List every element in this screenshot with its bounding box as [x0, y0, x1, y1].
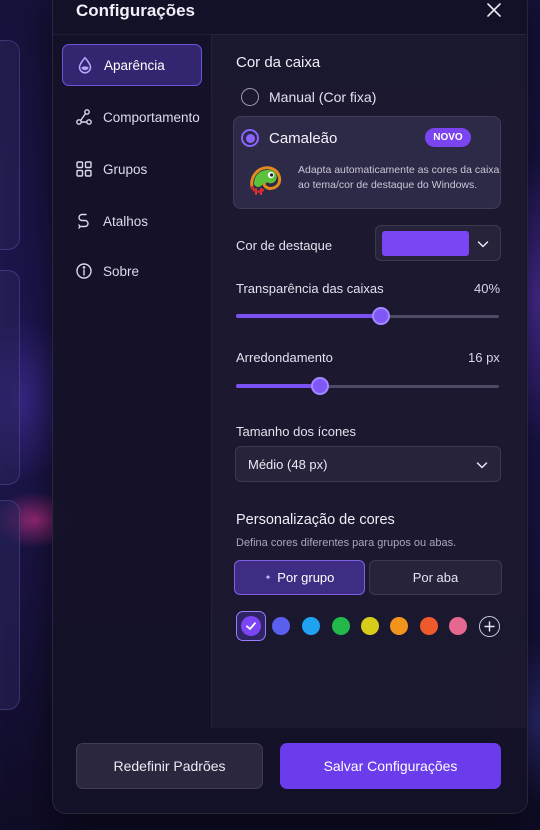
radio-button-selected[interactable] — [241, 129, 259, 147]
color-swatch[interactable] — [449, 617, 467, 635]
rounding-label: Arredondamento — [236, 350, 333, 365]
grid-icon — [74, 159, 94, 179]
color-swatch-selected[interactable] — [236, 611, 266, 641]
icon-size-label: Tamanho dos ícones — [236, 424, 356, 439]
rounding-slider-fill — [236, 384, 321, 388]
transparency-label: Transparência das caixas — [236, 281, 384, 296]
icon-size-value: Médio (48 px) — [248, 456, 328, 472]
radio-chameleon[interactable]: Camaleão — [241, 129, 337, 147]
chevron-down-icon — [476, 462, 488, 469]
new-badge: NOVO — [425, 128, 471, 147]
nodes-icon — [74, 107, 94, 127]
sidebar-item-grupos[interactable]: Grupos — [62, 148, 202, 190]
tab-label: Por aba — [412, 570, 459, 585]
background-window — [0, 40, 20, 250]
close-button[interactable] — [484, 0, 504, 20]
chameleon-icon — [246, 160, 284, 203]
sidebar-item-aparencia[interactable]: Aparência — [62, 44, 202, 86]
sparkle-icon: ✦ — [264, 573, 272, 582]
sidebar-item-label: Grupos — [103, 161, 148, 177]
customization-subtitle: Defina cores diferentes para grupos ou a… — [236, 537, 457, 549]
accent-color-picker[interactable] — [375, 225, 501, 261]
transparency-slider-fill — [236, 314, 381, 318]
sidebar-item-label: Sobre — [103, 263, 140, 279]
box-color-title: Cor da caixa — [236, 54, 321, 71]
sidebar-item-sobre[interactable]: Sobre — [62, 250, 202, 292]
transparency-value: 40% — [474, 281, 501, 296]
radio-chameleon-label: Camaleão — [269, 129, 338, 147]
tab-label: Por grupo — [277, 570, 335, 585]
tab-por-aba[interactable]: Por aba — [369, 560, 502, 595]
transparency-slider-thumb[interactable] — [371, 307, 390, 325]
tab-por-grupo[interactable]: ✦ Por grupo — [234, 560, 365, 595]
reset-defaults-button[interactable]: Redefinir Padrões — [76, 743, 263, 789]
color-swatch[interactable] — [302, 617, 320, 635]
sidebar-item-atalhos[interactable]: Atalhos — [62, 200, 202, 242]
color-swatch[interactable] — [390, 617, 408, 635]
background-window — [0, 270, 20, 485]
shortcut-icon — [74, 211, 94, 231]
color-swatch[interactable] — [332, 617, 350, 635]
plus-icon — [484, 621, 495, 632]
color-swatch[interactable] — [272, 617, 290, 635]
radio-manual[interactable]: Manual (Cor fixa) — [241, 88, 376, 106]
background-window — [0, 500, 20, 710]
sidebar-item-label: Atalhos — [103, 213, 149, 229]
close-icon — [487, 3, 501, 17]
radio-manual-label: Manual (Cor fixa) — [269, 89, 377, 105]
rounding-value: 16 px — [468, 350, 500, 365]
accent-color-label: Cor de destaque — [236, 238, 333, 253]
sidebar-item-label: Comportamento — [103, 109, 200, 125]
sidebar — [52, 34, 212, 728]
window-title: Configurações — [76, 1, 196, 20]
chevron-down-icon — [477, 241, 489, 248]
sidebar-item-label: Aparência — [104, 57, 165, 73]
droplet-icon — [75, 55, 95, 75]
color-swatch — [241, 616, 261, 636]
color-swatch[interactable] — [420, 617, 438, 635]
save-settings-button[interactable]: Salvar Configurações — [280, 743, 501, 789]
customization-title: Personalização de cores — [236, 512, 395, 528]
chameleon-description-2: ao tema/cor de destaque do Windows. — [298, 179, 478, 191]
info-icon — [74, 261, 94, 281]
radio-button[interactable] — [241, 88, 259, 106]
icon-size-select[interactable]: Médio (48 px) — [235, 446, 501, 482]
accent-color-swatch — [382, 231, 469, 256]
check-icon — [246, 622, 256, 630]
add-color-button[interactable] — [479, 616, 500, 637]
color-swatch[interactable] — [361, 617, 379, 635]
chameleon-description-1: Adapta automaticamente as cores da caixa — [298, 164, 500, 176]
sidebar-item-comportamento[interactable]: Comportamento — [62, 96, 202, 138]
